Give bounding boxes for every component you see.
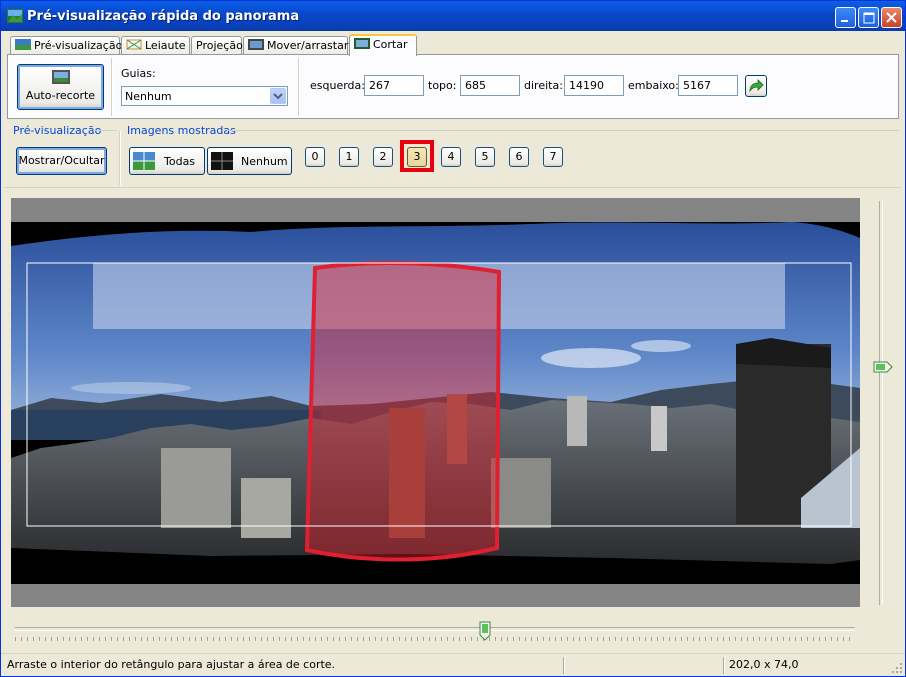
left-label: esquerda: [310,79,365,92]
status-fov: 202,0 x 74,0 [729,658,799,671]
top-label: topo: [428,79,457,92]
tab-projection[interactable]: Projeção [191,36,243,55]
group-border [93,130,117,131]
auto-crop-label: Auto-recorte [25,89,96,102]
tab-label: Pré-visualização [34,39,123,52]
status-separator [723,657,725,674]
image-toggle-6[interactable]: 6 [509,147,529,167]
status-separator [563,657,565,674]
preview-group-title: Pré-visualização [13,124,102,137]
all-images-icon [133,152,155,170]
right-input[interactable]: 14190 [564,75,624,96]
image-toggle-3-highlight [400,140,434,172]
apply-crop-button[interactable] [745,75,767,97]
apply-arrow-icon [749,79,764,93]
chevron-down-icon[interactable] [270,88,286,104]
tab-crop[interactable]: Cortar [349,34,417,56]
minimize-button[interactable] [835,7,856,28]
crop-panel: Auto-recorte Guias: Nenhum esquerda: 267… [7,54,899,119]
main-window: Pré-visualização rápida do panorama Pré-… [0,0,906,677]
show-none-label: Nenhum [241,155,288,168]
guides-select-value: Nenhum [125,90,172,103]
crop-icon [354,38,370,49]
show-all-label: Todas [164,155,196,168]
image-toggle-7[interactable]: 7 [543,147,563,167]
separator [298,58,300,116]
resize-grip-icon[interactable] [891,662,903,674]
title-bar[interactable]: Pré-visualização rápida do panorama [1,1,905,31]
bottom-label: embaixo: [628,79,679,92]
vertical-slider-thumb[interactable] [873,361,893,373]
maximize-button[interactable] [858,7,879,28]
show-hide-button[interactable]: Mostrar/Ocultar [16,147,107,175]
panorama-image [11,222,860,584]
slider-ticks [15,637,855,641]
left-input[interactable]: 267 [364,75,424,96]
horizontal-fov-slider[interactable] [15,627,855,631]
move-icon [248,39,264,50]
right-label: direita: [524,79,563,92]
status-bar: Arraste o interior do retângulo para aju… [1,653,905,676]
bottom-input[interactable]: 5167 [678,75,738,96]
preview-icon [15,39,31,50]
auto-crop-icon [51,70,70,84]
group-border [227,130,899,131]
separator [111,58,113,116]
image-toggle-5[interactable]: 5 [475,147,495,167]
tab-preview[interactable]: Pré-visualização [10,36,123,55]
tab-layout[interactable]: Leiaute [121,36,190,55]
images-group-title: Imagens mostradas [127,124,236,137]
no-images-icon [211,152,233,170]
app-icon [7,9,23,23]
separator [119,131,121,185]
guides-select[interactable]: Nenhum [121,86,288,106]
status-message: Arraste o interior do retângulo para aju… [7,658,336,671]
guides-label: Guias: [121,67,156,80]
image-toggle-4[interactable]: 4 [441,147,461,167]
horizontal-slider-thumb[interactable] [479,621,491,641]
panorama-preview-canvas[interactable] [11,198,860,607]
tab-move-drag[interactable]: Mover/arrastar [243,36,348,55]
tab-label: Projeção [196,39,243,52]
image-toggle-0[interactable]: 0 [305,147,325,167]
vertical-fov-slider[interactable] [879,201,883,605]
maximize-icon [863,12,875,24]
layout-icon [126,39,142,50]
image-toggle-2[interactable]: 2 [373,147,393,167]
window-title: Pré-visualização rápida do panorama [27,9,300,24]
show-no-images-button[interactable]: Nenhum [207,147,292,175]
tab-label: Mover/arrastar [267,39,349,52]
image-toggle-1[interactable]: 1 [339,147,359,167]
tab-label: Leiaute [145,39,186,52]
top-input[interactable]: 685 [460,75,520,96]
minimize-icon [841,20,848,22]
auto-crop-button[interactable]: Auto-recorte [17,64,104,110]
close-button[interactable] [881,7,902,28]
divider [5,187,901,188]
tab-label: Cortar [373,38,408,51]
show-all-images-button[interactable]: Todas [129,147,205,175]
close-icon [886,12,897,23]
